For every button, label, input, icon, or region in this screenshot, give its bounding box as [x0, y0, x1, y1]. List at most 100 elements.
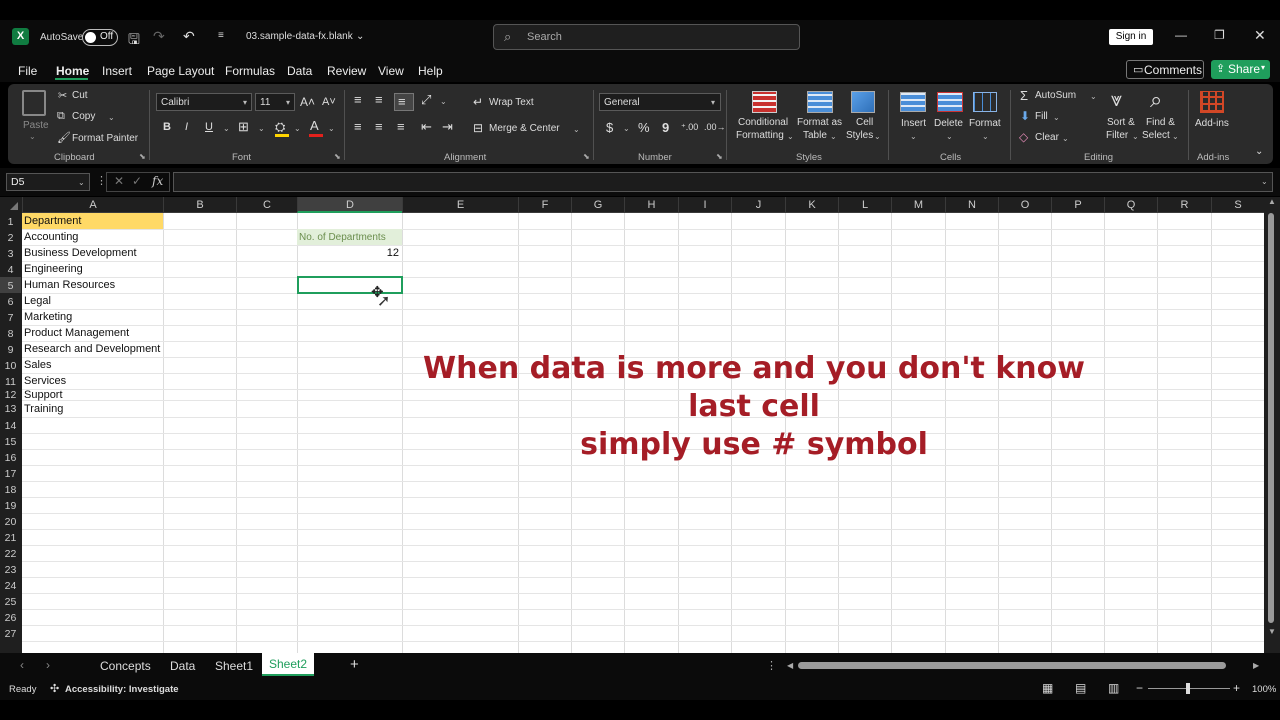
column-header-r[interactable]: R [1157, 197, 1211, 213]
format-as-table-label-2[interactable]: Table [803, 130, 827, 141]
paste-icon[interactable] [22, 90, 46, 116]
sort-filter-icon[interactable]: ⩔ [1111, 89, 1122, 112]
clear-chevron-icon[interactable]: ⌄ [1062, 134, 1069, 143]
close-icon[interactable]: ✕ [1254, 27, 1266, 44]
sign-in-button[interactable]: Sign in [1109, 29, 1153, 45]
sheet-tab-concepts[interactable]: Concepts [100, 659, 151, 673]
align-left-icon[interactable]: ≡ [354, 119, 362, 134]
column-header-d[interactable]: D [297, 197, 402, 213]
borders-icon[interactable]: ⊞ [238, 119, 249, 135]
add-ins-icon[interactable] [1200, 91, 1224, 113]
formula-input[interactable] [173, 172, 1273, 192]
font-color-chevron-icon[interactable]: ⌄ [328, 124, 335, 133]
increase-indent-icon[interactable]: ⇥ [442, 119, 453, 135]
fill-chevron-icon[interactable]: ⌄ [1053, 113, 1060, 122]
row-header-14[interactable]: 14 [0, 417, 21, 433]
delete-chevron-icon[interactable]: ⌄ [946, 132, 953, 141]
cell-a1[interactable]: Department [22, 213, 163, 229]
select-all-button[interactable] [0, 197, 22, 213]
row-header-25[interactable]: 25 [0, 593, 21, 609]
find-select-label-2[interactable]: Select [1142, 130, 1170, 141]
column-header-n[interactable]: N [945, 197, 998, 213]
cell-a3[interactable]: Business Development [22, 245, 163, 261]
insert-cells-icon[interactable] [900, 92, 926, 112]
copy-button[interactable]: Copy [72, 111, 95, 122]
merge-center-button[interactable]: Merge & Center [489, 123, 560, 134]
decrease-indent-icon[interactable]: ⇤ [421, 119, 432, 135]
row-header-9[interactable]: 9 [0, 341, 21, 357]
format-cells-button[interactable]: Format [969, 118, 1001, 129]
save-icon[interactable]: 🖫 [128, 29, 140, 53]
accessibility-status[interactable]: Accessibility: Investigate [65, 684, 179, 695]
align-center-icon[interactable]: ≡ [375, 119, 383, 134]
cell-styles-chevron-icon[interactable]: ⌄ [874, 132, 881, 141]
insert-function-button[interactable]: fx [152, 174, 163, 188]
row-header-6[interactable]: 6 [0, 293, 21, 309]
confirm-entry-icon[interactable]: ✓ [132, 174, 142, 188]
autosum-chevron-icon[interactable]: ⌄ [1090, 92, 1097, 101]
prev-sheet-icon[interactable]: ‹ [20, 658, 24, 672]
zoom-in-icon[interactable]: + [1233, 681, 1240, 695]
clear-button[interactable]: Clear [1035, 132, 1059, 143]
column-header-h[interactable]: H [624, 197, 678, 213]
add-ins-button[interactable]: Add-ins [1195, 118, 1229, 129]
redo-icon[interactable]: ↷ [153, 28, 165, 45]
find-select-chevron-icon[interactable]: ⌄ [1172, 132, 1179, 141]
paste-chevron-icon[interactable]: ⌄ [29, 132, 36, 141]
row-header-8[interactable]: 8 [0, 325, 21, 341]
row-header-20[interactable]: 20 [0, 513, 21, 529]
cell-a10[interactable]: Sales [22, 357, 163, 373]
cell-styles-icon[interactable] [851, 91, 875, 113]
autosave-toggle[interactable]: Off [82, 29, 118, 46]
column-header-a[interactable]: A [22, 197, 163, 213]
cell-a4[interactable]: Engineering [22, 261, 163, 277]
cell-a13[interactable]: Training [22, 400, 163, 417]
vertical-scroll-thumb[interactable] [1268, 213, 1274, 623]
cell-a2[interactable]: Accounting [22, 229, 163, 245]
row-header-11[interactable]: 11 [0, 373, 21, 389]
format-painter-button[interactable]: Format Painter [72, 133, 138, 144]
cell-a8[interactable]: Product Management [22, 325, 163, 341]
italic-button[interactable]: I [185, 121, 188, 133]
fill-color-chevron-icon[interactable]: ⌄ [294, 124, 301, 133]
percent-button[interactable]: % [638, 120, 650, 135]
menu-page-layout[interactable]: Page Layout [147, 64, 214, 78]
increase-font-icon[interactable]: A˄ [300, 95, 315, 109]
scroll-right-icon[interactable]: ▶ [1253, 661, 1259, 670]
font-color-icon[interactable]: A [310, 118, 319, 133]
row-header-1[interactable]: 1 [0, 213, 21, 229]
menu-home[interactable]: Home [56, 64, 89, 78]
scroll-up-icon[interactable]: ▲ [1268, 197, 1276, 206]
decrease-font-icon[interactable]: A˅ [322, 96, 336, 108]
restore-icon[interactable]: ❐ [1214, 28, 1225, 42]
row-header-26[interactable]: 26 [0, 609, 21, 625]
column-header-e[interactable]: E [402, 197, 518, 213]
row-header-12[interactable]: 12 [0, 389, 21, 401]
page-layout-view-icon[interactable]: ▤ [1075, 681, 1086, 695]
paste-label[interactable]: Paste [23, 120, 49, 131]
copy-chevron-icon[interactable]: ⌄ [108, 113, 115, 122]
comma-button[interactable]: 9 [662, 120, 669, 135]
column-header-l[interactable]: L [838, 197, 891, 213]
column-header-j[interactable]: J [731, 197, 785, 213]
font-name-chevron-icon[interactable]: ▾ [243, 98, 247, 107]
cut-button[interactable]: Cut [72, 90, 88, 101]
align-top-icon[interactable]: ≡ [354, 92, 362, 107]
row-header-27[interactable]: 27 [0, 625, 21, 641]
conditional-formatting-label-2[interactable]: Formatting [736, 130, 784, 141]
column-header-o[interactable]: O [998, 197, 1051, 213]
format-as-table-label[interactable]: Format as [797, 117, 842, 128]
insert-cells-button[interactable]: Insert [901, 118, 926, 129]
align-middle-icon[interactable]: ≡ [375, 92, 383, 107]
increase-decimal-icon[interactable]: ⁺.00 [681, 122, 698, 133]
fill-color-icon[interactable]: ⛭ [275, 119, 285, 135]
menu-formulas[interactable]: Formulas [225, 64, 275, 78]
undo-icon[interactable]: ↶ [183, 28, 195, 45]
menu-review[interactable]: Review [327, 64, 366, 78]
cell-a11[interactable]: Services [22, 373, 163, 389]
sheet-tab-sheet2[interactable]: Sheet2 [262, 653, 314, 676]
row-header-18[interactable]: 18 [0, 481, 21, 497]
column-header-s[interactable]: S [1211, 197, 1264, 213]
minimize-icon[interactable]: — [1175, 28, 1187, 42]
column-header-b[interactable]: B [163, 197, 236, 213]
